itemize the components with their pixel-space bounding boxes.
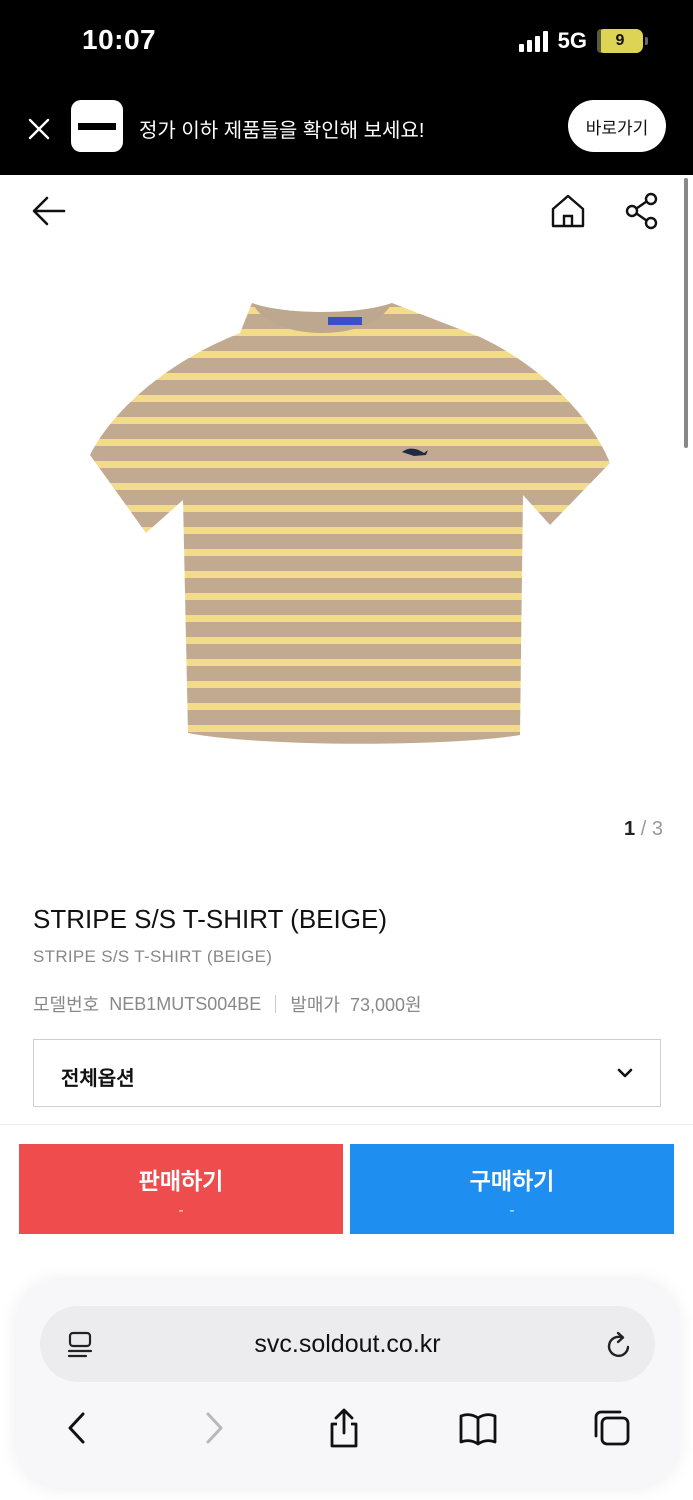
battery-icon: 9 bbox=[597, 29, 648, 53]
bookmarks-icon[interactable] bbox=[458, 1408, 498, 1448]
reload-icon[interactable] bbox=[605, 1330, 633, 1360]
home-icon[interactable] bbox=[549, 192, 587, 230]
page-scrollbar[interactable] bbox=[684, 178, 688, 448]
browser-nav bbox=[16, 1408, 679, 1452]
option-selected-label: 전체옵션 bbox=[61, 1068, 135, 1090]
close-icon[interactable] bbox=[26, 116, 52, 142]
product-title: STRIPE S/S T-SHIRT (BEIGE) bbox=[33, 904, 387, 934]
option-dropdown[interactable]: 전체옵션 bbox=[33, 1039, 661, 1107]
app-logo bbox=[71, 100, 123, 152]
sell-button[interactable]: 판매하기 - bbox=[19, 1144, 343, 1234]
banner-go-button[interactable]: 바로가기 bbox=[568, 100, 666, 152]
status-time: 10:07 bbox=[82, 24, 157, 55]
gallery-pager: 1 / 3 bbox=[624, 818, 663, 841]
release-price-label: 발매가 bbox=[290, 995, 340, 1015]
status-indicators: 5G 9 bbox=[518, 28, 648, 54]
url-text[interactable]: svc.soldout.co.kr bbox=[40, 1330, 655, 1359]
buy-button-price: - bbox=[509, 1202, 515, 1219]
meta-divider bbox=[275, 995, 277, 1013]
signal-icon bbox=[518, 30, 548, 52]
pager-total: 3 bbox=[651, 818, 663, 840]
model-number-label: 모델번호 bbox=[33, 995, 100, 1015]
battery-percent: 9 bbox=[615, 32, 625, 49]
back-icon[interactable] bbox=[58, 1408, 98, 1448]
browser-toolbar: svc.soldout.co.kr bbox=[16, 1280, 679, 1488]
banner-message: 정가 이하 제품들을 확인해 보세요! bbox=[139, 120, 425, 142]
sell-button-price: - bbox=[178, 1202, 184, 1219]
release-price-value: 73,000원 bbox=[350, 995, 422, 1015]
buy-button-label: 구매하기 bbox=[469, 1168, 555, 1194]
pager-current: 1 bbox=[624, 818, 636, 840]
back-arrow-icon[interactable] bbox=[30, 192, 68, 230]
pager-separator: / bbox=[640, 818, 647, 840]
forward-icon[interactable] bbox=[193, 1408, 233, 1448]
buy-button[interactable]: 구매하기 - bbox=[350, 1144, 674, 1234]
product-image[interactable] bbox=[80, 285, 620, 755]
address-bar[interactable]: svc.soldout.co.kr bbox=[40, 1306, 655, 1382]
share-sheet-icon[interactable] bbox=[324, 1408, 364, 1448]
model-number-value: NEB1MUTS004BE bbox=[109, 993, 262, 1014]
tabs-icon[interactable] bbox=[592, 1408, 632, 1448]
share-icon[interactable] bbox=[624, 192, 660, 230]
section-divider bbox=[0, 1124, 693, 1125]
chevron-down-icon bbox=[617, 1068, 633, 1078]
network-type: 5G bbox=[557, 28, 587, 53]
battery-level bbox=[597, 29, 602, 53]
product-meta: 모델번호 NEB1MUTS004BE 발매가 73,000원 bbox=[33, 991, 422, 1017]
top-banner-area: 10:07 5G 9 정가 이하 제품들을 확인해 보세요! 바로가기 bbox=[0, 0, 693, 175]
product-subtitle: STRIPE S/S T-SHIRT (BEIGE) bbox=[33, 947, 273, 966]
sell-button-label: 판매하기 bbox=[138, 1168, 224, 1194]
